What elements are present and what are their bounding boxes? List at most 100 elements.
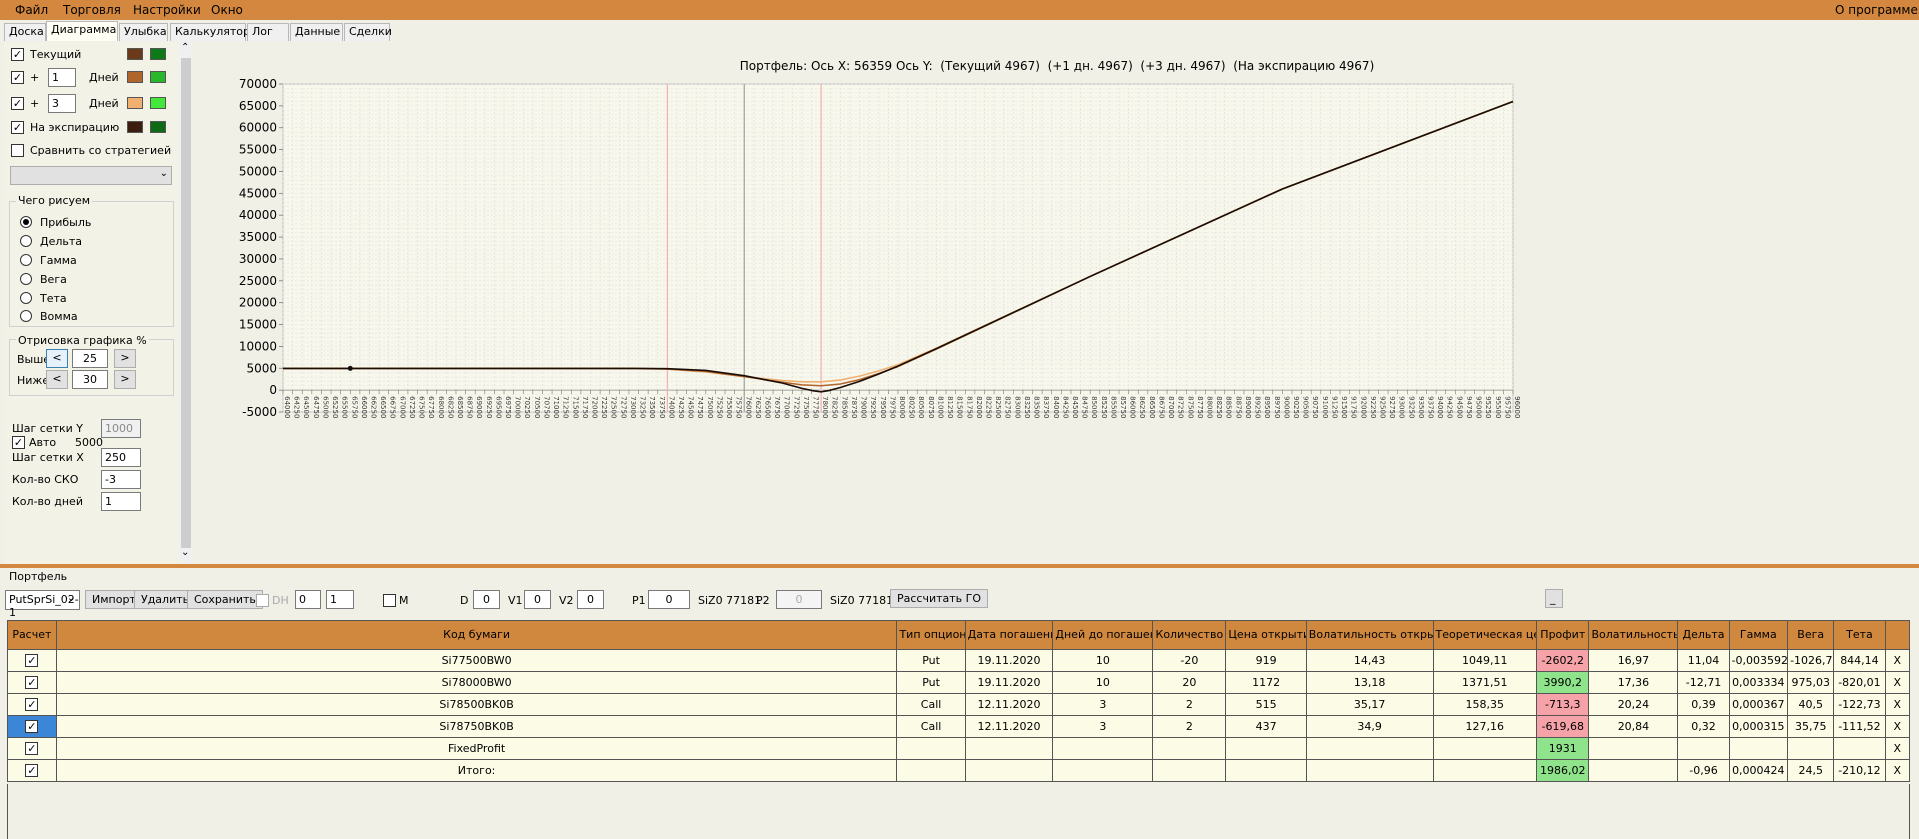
- menu-trading[interactable]: Торговля: [63, 3, 121, 17]
- tab-log[interactable]: Лог: [247, 23, 289, 41]
- tab-smile[interactable]: Улыбка: [119, 23, 168, 41]
- col-days[interactable]: Дней до погашения: [1052, 620, 1154, 650]
- sko-input[interactable]: -3: [101, 470, 141, 489]
- dh-spin-2[interactable]: 1: [326, 590, 354, 609]
- table-row[interactable]: ✓ Итого: 1986,02 -0,96 0,000424 24,5 -210,12 X: [7, 759, 1911, 782]
- cell-check[interactable]: ✓: [7, 693, 57, 716]
- col-open[interactable]: Цена открытия: [1225, 620, 1307, 650]
- col-vol[interactable]: Волатильность: [1588, 620, 1679, 650]
- tab-data[interactable]: Данные: [290, 23, 343, 41]
- v2-input[interactable]: 0: [577, 590, 604, 609]
- expiry-color-1[interactable]: [127, 121, 143, 133]
- compare-checkbox[interactable]: [11, 144, 24, 157]
- cell-check[interactable]: ✓: [7, 759, 57, 782]
- col-vega[interactable]: Вега: [1787, 620, 1835, 650]
- below-increase-button[interactable]: >: [114, 370, 136, 389]
- settings-scrollbar[interactable]: ⌃ ⌄: [179, 42, 193, 563]
- above-decrease-button[interactable]: <: [46, 349, 68, 368]
- expiry-color-2[interactable]: [150, 121, 166, 133]
- remove-row-button[interactable]: X: [1884, 715, 1911, 738]
- expiry-checkbox[interactable]: ✓: [11, 121, 24, 134]
- scrollbar-thumb[interactable]: [181, 58, 191, 548]
- dh-checkbox[interactable]: [256, 594, 269, 607]
- remove-row-button[interactable]: X: [1884, 671, 1911, 694]
- calc-margin-button[interactable]: Рассчитать ГО: [890, 589, 989, 608]
- above-input[interactable]: 25: [72, 349, 108, 368]
- minimize-button[interactable]: _: [1545, 589, 1563, 608]
- row-checkbox[interactable]: ✓: [25, 654, 39, 668]
- current-color-1[interactable]: [127, 48, 143, 60]
- col-theor[interactable]: Теоретическая цена: [1432, 620, 1538, 650]
- col-date[interactable]: Дата погашения: [964, 620, 1054, 650]
- p1-input[interactable]: 0: [648, 590, 690, 609]
- m-checkbox[interactable]: [383, 594, 396, 607]
- p2-input[interactable]: 0: [776, 590, 822, 609]
- col-delta[interactable]: Дельта: [1677, 620, 1730, 650]
- table-row[interactable]: ✓ Si78500BK0B Call 12.11.2020 3 2 515 35,17 158,…: [7, 693, 1911, 716]
- scroll-up-icon[interactable]: ⌃: [181, 42, 189, 53]
- col-type[interactable]: Тип опциона: [896, 620, 966, 650]
- tab-deals[interactable]: Сделки: [344, 23, 392, 41]
- menu-window[interactable]: Окно: [211, 3, 243, 17]
- remove-row-button[interactable]: X: [1884, 693, 1911, 716]
- tab-board[interactable]: Доска: [4, 23, 46, 41]
- days-count-input[interactable]: 1: [101, 492, 141, 511]
- row-checkbox[interactable]: ✓: [25, 698, 39, 712]
- strategy-select[interactable]: ⌄: [10, 166, 172, 185]
- col-profit[interactable]: Профит: [1536, 620, 1590, 650]
- payoff-chart[interactable]: 64000 64250 64500 64750 65000 65250 65500 65750…: [195, 42, 1919, 564]
- plus1-days-input[interactable]: 1: [48, 68, 76, 87]
- remove-row-button[interactable]: X: [1884, 649, 1911, 672]
- radio-profit[interactable]: [20, 216, 32, 228]
- tab-calculator[interactable]: Калькулятор: [170, 23, 250, 41]
- col-code[interactable]: Код бумаги: [55, 620, 898, 650]
- radio-theta[interactable]: [20, 292, 32, 304]
- tab-diagram[interactable]: Диаграмма: [46, 21, 118, 41]
- table-row[interactable]: ✓ Si78750BK0B Call 12.11.2020 3 2 437 34,9 127,1…: [7, 715, 1911, 738]
- d-input[interactable]: 0: [473, 590, 500, 609]
- dh-spin-1[interactable]: 0: [295, 590, 321, 609]
- plus1-color-2[interactable]: [150, 71, 166, 83]
- row-checkbox[interactable]: ✓: [25, 764, 39, 778]
- col-vol-open[interactable]: Волатильность открытия: [1305, 620, 1434, 650]
- cell-check[interactable]: ✓: [7, 671, 57, 694]
- plus3-color-2[interactable]: [150, 97, 166, 109]
- grid-y-input[interactable]: 1000: [101, 419, 141, 438]
- radio-vomma[interactable]: [20, 310, 32, 322]
- col-qty[interactable]: Количество: [1152, 620, 1227, 650]
- current-color-2[interactable]: [150, 48, 166, 60]
- above-increase-button[interactable]: >: [114, 349, 136, 368]
- col-theta[interactable]: Тета: [1833, 620, 1886, 650]
- portfolio-select[interactable]: PutSprSi_02-1 ⌄: [5, 590, 80, 619]
- menu-settings[interactable]: Настройки: [133, 3, 201, 17]
- radio-gamma[interactable]: [20, 254, 32, 266]
- cell-check[interactable]: ✓: [7, 737, 57, 760]
- scroll-down-icon[interactable]: ⌄: [181, 547, 189, 558]
- below-decrease-button[interactable]: <: [46, 370, 68, 389]
- table-row[interactable]: ✓ Si77500BW0 Put 19.11.2020 10 -20 919 14,43 104…: [7, 649, 1911, 672]
- plus3-color-1[interactable]: [127, 97, 143, 109]
- menu-file[interactable]: Файл: [15, 3, 48, 17]
- plus1-checkbox[interactable]: ✓: [11, 71, 24, 84]
- cell-check[interactable]: ✓: [7, 649, 57, 672]
- row-checkbox[interactable]: ✓: [25, 742, 39, 756]
- menu-about[interactable]: О программе: [1835, 3, 1918, 17]
- plus1-color-1[interactable]: [127, 71, 143, 83]
- col-calc[interactable]: Расчет: [7, 620, 57, 650]
- row-checkbox[interactable]: ✓: [25, 720, 39, 734]
- auto-checkbox[interactable]: ✓: [12, 436, 25, 449]
- remove-row-button[interactable]: X: [1884, 759, 1911, 782]
- col-gamma[interactable]: Гамма: [1728, 620, 1789, 650]
- remove-row-button[interactable]: X: [1884, 737, 1911, 760]
- radio-delta[interactable]: [20, 235, 32, 247]
- grid-x-input[interactable]: 250: [101, 448, 141, 467]
- radio-vega[interactable]: [20, 273, 32, 285]
- cell-check[interactable]: ✓: [7, 715, 57, 738]
- v1-input[interactable]: 0: [524, 590, 551, 609]
- panel-splitter[interactable]: [0, 564, 1919, 568]
- plus3-checkbox[interactable]: ✓: [11, 97, 24, 110]
- below-input[interactable]: 30: [72, 370, 108, 389]
- current-checkbox[interactable]: ✓: [11, 48, 24, 61]
- row-checkbox[interactable]: ✓: [25, 676, 39, 690]
- table-row[interactable]: ✓ FixedProfit 1931 X: [7, 737, 1911, 760]
